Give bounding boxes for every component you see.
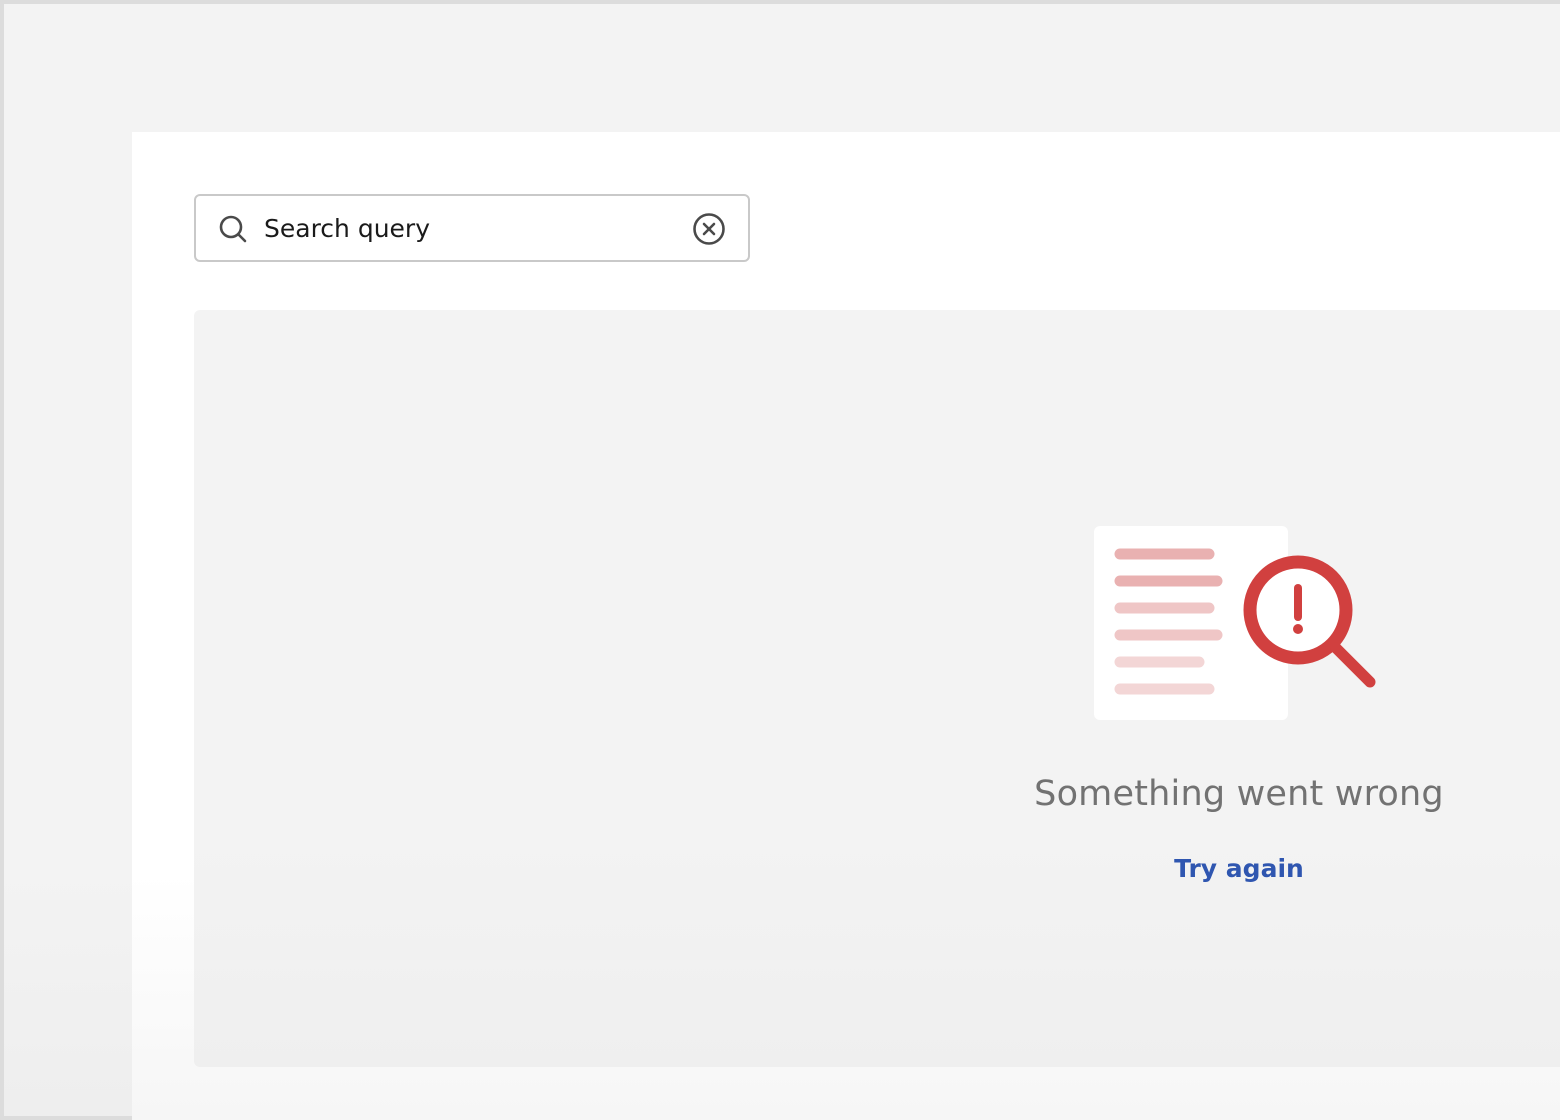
search-input[interactable] (264, 206, 674, 250)
results-area: Something went wrong Try again (194, 310, 1560, 1067)
search-bar[interactable] (194, 194, 750, 262)
try-again-link[interactable]: Try again (1139, 854, 1339, 883)
document-magnifier-error-icon (1094, 526, 1376, 720)
main-panel: Something went wrong Try again (132, 132, 1560, 1120)
error-message: Something went wrong (1034, 774, 1444, 814)
window-frame: Something went wrong Try again (0, 0, 1560, 1120)
clear-search-icon[interactable] (692, 212, 726, 246)
search-icon (219, 215, 247, 243)
